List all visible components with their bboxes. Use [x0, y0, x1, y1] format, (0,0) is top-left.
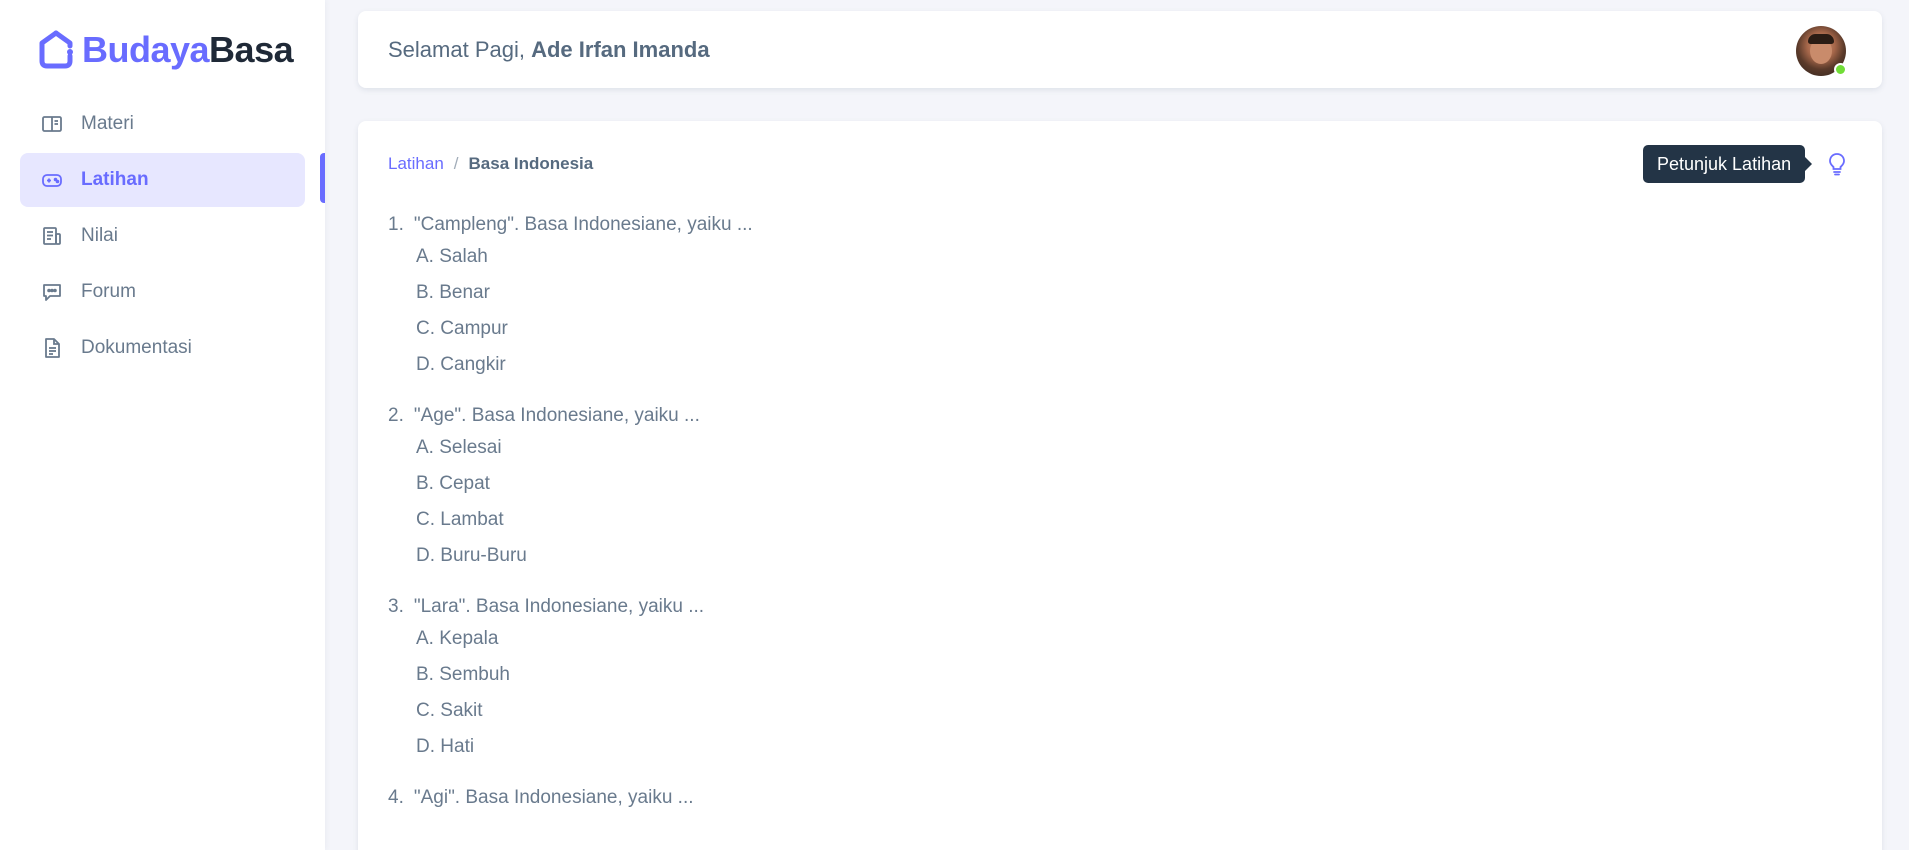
sidebar-item-nilai[interactable]: Nilai: [20, 209, 305, 263]
sidebar-item-materi[interactable]: Materi: [20, 97, 305, 151]
greeting-text: Selamat Pagi,: [388, 36, 525, 62]
question-number: 4.: [388, 787, 404, 808]
sidebar-item-label: Latihan: [81, 169, 149, 190]
report-icon: [41, 225, 63, 247]
question-text: "Age". Basa Indonesiane, yaiku ...: [413, 405, 700, 426]
brand-name-part2: Basa: [209, 29, 294, 70]
answer-option[interactable]: A. Kepala: [388, 621, 1852, 657]
sidebar-item-dokumentasi[interactable]: Dokumentasi: [20, 321, 305, 375]
question-item: 2. "Age". Basa Indonesiane, yaiku ... A. …: [388, 402, 1852, 574]
question-text: "Agi". Basa Indonesiane, yaiku ...: [413, 787, 694, 808]
question-text: "Lara". Basa Indonesiane, yaiku ...: [413, 596, 705, 617]
answer-option[interactable]: A. Salah: [388, 239, 1852, 275]
sidebar-item-forum[interactable]: Forum: [20, 265, 305, 319]
answer-option[interactable]: B. Benar: [388, 275, 1852, 311]
exercise-card: Latihan / Basa Indonesia Petunjuk Latiha…: [358, 121, 1882, 850]
top-navbar: Selamat Pagi, Ade Irfan Imanda: [358, 11, 1882, 88]
sidebar-item-label: Dokumentasi: [81, 337, 192, 358]
brand-logo[interactable]: BudayaBasa: [38, 28, 294, 72]
answer-option[interactable]: D. Hati: [388, 729, 1852, 765]
sidebar-item-label: Forum: [81, 281, 136, 302]
answer-option[interactable]: B. Cepat: [388, 466, 1852, 502]
question-list: 1. "Campleng". Basa Indonesiane, yaiku ..…: [388, 211, 1852, 831]
hint-tooltip: Petunjuk Latihan: [1643, 145, 1813, 183]
breadcrumb-link-latihan[interactable]: Latihan: [388, 154, 444, 174]
question-number: 1.: [388, 214, 404, 235]
file-text-icon: [41, 337, 63, 359]
breadcrumb: Latihan / Basa Indonesia: [388, 154, 593, 174]
sidebar: BudayaBasa Materi Latihan Nilai Forum Do…: [0, 0, 325, 850]
lightbulb-icon[interactable]: [1826, 152, 1848, 176]
answer-option[interactable]: C. Lambat: [388, 502, 1852, 538]
sidebar-menu: Materi Latihan Nilai Forum Dokumentasi: [20, 97, 305, 377]
sidebar-item-label: Materi: [81, 113, 134, 134]
breadcrumb-current: Basa Indonesia: [468, 154, 594, 173]
home-logo-icon: [39, 30, 73, 69]
question-item: 3. "Lara". Basa Indonesiane, yaiku ... A.…: [388, 593, 1852, 765]
question-number: 2.: [388, 405, 404, 426]
chat-icon: [41, 281, 63, 303]
avatar[interactable]: [1796, 26, 1847, 76]
sidebar-item-latihan[interactable]: Latihan: [20, 153, 305, 207]
answer-option[interactable]: C. Campur: [388, 311, 1852, 347]
user-name: Ade Irfan Imanda: [531, 36, 710, 62]
book-open-icon: [41, 113, 63, 135]
answer-option[interactable]: A. Selesai: [388, 430, 1852, 466]
answer-option[interactable]: D. Cangkir: [388, 347, 1852, 383]
greeting: Selamat Pagi, Ade Irfan Imanda: [388, 37, 710, 63]
answer-option[interactable]: D. Buru-Buru: [388, 538, 1852, 574]
gamepad-icon: [41, 169, 63, 191]
breadcrumb-separator: /: [453, 154, 459, 173]
question-text: "Campleng". Basa Indonesiane, yaiku ...: [413, 214, 753, 235]
answer-option[interactable]: C. Sakit: [388, 693, 1852, 729]
question-item: 1. "Campleng". Basa Indonesiane, yaiku ..…: [388, 211, 1852, 383]
online-status-dot: [1834, 63, 1847, 76]
question-item: 4. "Agi". Basa Indonesiane, yaiku ...: [388, 784, 1852, 812]
answer-option[interactable]: B. Sembuh: [388, 657, 1852, 693]
question-number: 3.: [388, 596, 404, 617]
sidebar-item-label: Nilai: [81, 225, 118, 246]
brand-name-part1: Budaya: [82, 29, 210, 70]
active-indicator: [320, 153, 325, 203]
